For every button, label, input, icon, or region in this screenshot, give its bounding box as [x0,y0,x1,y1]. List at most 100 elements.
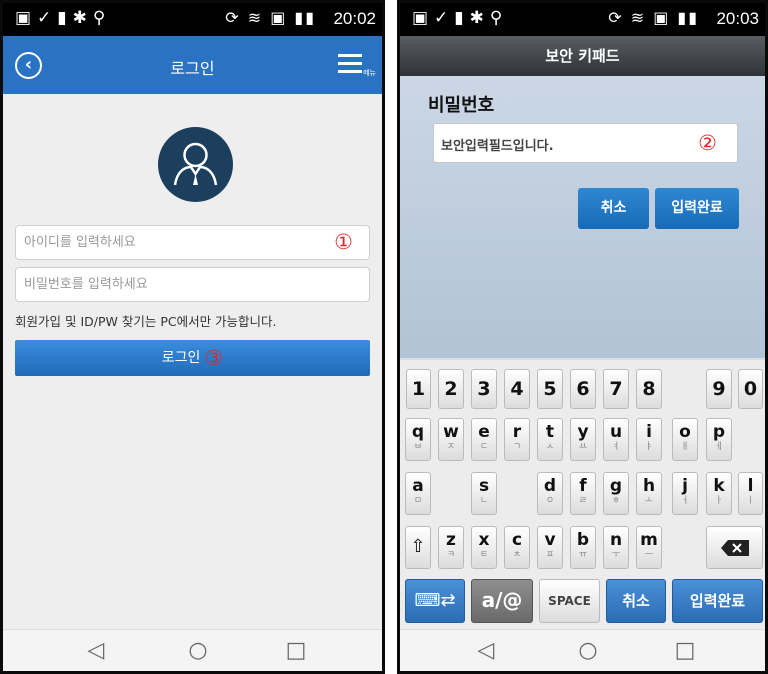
key-s-hangul: ㄴ [479,496,489,506]
key-e-hangul: ㄷ [479,442,489,452]
hamburger-icon-bar [338,70,362,73]
key-2[interactable]: 2 [438,369,464,409]
key-i[interactable]: iㅑ [636,418,662,461]
backspace-key[interactable] [706,526,763,569]
menu-button[interactable]: 메뉴 [336,52,376,78]
key-v[interactable]: vㅍ [537,526,563,569]
recents-square-icon[interactable]: □ [283,638,309,664]
key-q[interactable]: qㅂ [405,418,431,461]
key-z-label: z [446,530,456,550]
done-button[interactable]: 입력완료 [655,188,739,229]
key-b[interactable]: bㅠ [570,526,596,569]
key-c-hangul: ㅊ [512,550,522,560]
key-u-label: u [609,422,623,442]
id-input[interactable] [16,226,369,259]
key-o[interactable]: oㅐ [672,418,698,461]
notification-icons: ▣✓▮✱⚲ [412,8,509,28]
app-header: ‹ 로그인 메뉴 [3,36,382,94]
key-t[interactable]: tㅅ [537,418,563,461]
key-m[interactable]: mㅡ [636,526,662,569]
recents-square-icon[interactable]: □ [672,638,698,664]
key-1[interactable]: 1 [406,369,431,409]
key-e[interactable]: eㄷ [471,418,497,461]
key-g[interactable]: gㅎ [603,472,629,515]
key-s[interactable]: sㄴ [471,472,497,515]
system-nav-bar: ◁ ○ □ [400,629,765,671]
key-t-label: t [545,422,555,442]
login-form: ① 회원가입 및 ID/PW 찾기는 PC에서만 가능합니다. 로그인③ [3,94,382,629]
clock: 20:02 [333,9,376,28]
key-m-label: m [640,530,658,550]
key-r-label: r [512,422,522,442]
key-9[interactable]: 9 [706,369,732,409]
key-u[interactable]: uㅕ [603,418,629,461]
status-icons: ⟳ ≋ ▣ ▮▮ [225,8,316,27]
backspace-icon [720,539,749,556]
key-z[interactable]: zㅋ [438,526,464,569]
key-n[interactable]: nㅜ [603,526,629,569]
login-button[interactable]: 로그인 ③ [15,340,370,376]
home-circle-icon[interactable]: ○ [575,638,601,664]
space-key[interactable]: SPACE [539,579,600,623]
key-k-hangul: ㅏ [714,496,724,506]
keyboard-done-button[interactable]: 입력완료 [672,579,763,623]
key-f-hangul: ㄹ [578,496,588,506]
key-6[interactable]: 6 [570,369,596,409]
key-t-hangul: ㅅ [545,442,555,452]
secure-input-field[interactable]: 보안입력필드입니다. ② [433,123,738,163]
key-l-hangul: ㅣ [746,496,755,506]
key-5[interactable]: 5 [537,369,563,409]
key-i-hangul: ㅑ [644,442,654,452]
status-icons: ⟳ ≋ ▣ ▮▮ [608,8,699,27]
back-triangle-icon[interactable]: ◁ [473,638,499,664]
login-button-label: 로그인 [161,350,201,366]
cancel-button[interactable]: 취소 [578,188,649,229]
back-triangle-icon[interactable]: ◁ [83,638,109,664]
keyboard-cancel-button[interactable]: 취소 [606,579,666,623]
key-8[interactable]: 8 [636,369,662,409]
key-b-label: b [576,530,590,550]
secure-keypad-screen: ▣✓▮✱⚲ ⟳ ≋ ▣ ▮▮ 20:03 보안 키패드 비밀번호 보안입력필드입… [397,0,768,674]
key-4[interactable]: 4 [504,369,530,409]
password-field[interactable] [15,267,370,302]
key-w-label: w [443,422,459,442]
page-title: 로그인 [170,59,215,78]
key-h-label: h [642,476,656,496]
key-y-label: y [577,422,589,442]
key-c[interactable]: cㅊ [504,526,530,569]
key-0[interactable]: 0 [738,369,763,409]
shift-key[interactable]: ⇧ [405,526,431,569]
key-l[interactable]: lㅣ [738,472,763,515]
home-circle-icon[interactable]: ○ [185,638,211,664]
key-p-label: p [712,422,726,442]
key-f[interactable]: fㄹ [570,472,596,515]
status-bar: ▣✓▮✱⚲ ⟳ ≋ ▣ ▮▮ 20:02 [3,3,382,36]
key-y-hangul: ㅛ [578,442,588,452]
key-a[interactable]: aㅁ [405,472,431,515]
key-j[interactable]: jㅓ [672,472,698,515]
key-k[interactable]: kㅏ [706,472,732,515]
key-c-label: c [511,530,523,550]
key-j-hangul: ㅓ [680,496,690,506]
key-3[interactable]: 3 [471,369,497,409]
key-x[interactable]: xㅌ [471,526,497,569]
key-p[interactable]: pㅔ [706,418,732,461]
secure-keyboard: 1 2 3 4 5 6 7 8 9 0 qㅂ wㅈ eㄷ rㄱ tㅅ yㅛ uㅕ… [400,358,765,635]
key-v-label: v [544,530,556,550]
id-field[interactable]: ① [15,225,370,260]
step-marker-2: ② [698,131,717,155]
page-title: 보안 키패드 [400,36,765,76]
key-7[interactable]: 7 [603,369,629,409]
key-h[interactable]: hㅗ [636,472,662,515]
key-b-hangul: ㅠ [578,550,588,560]
language-toggle-key[interactable]: ⌨⇄ [405,579,465,623]
key-r[interactable]: rㄱ [504,418,530,461]
key-y[interactable]: yㅛ [570,418,596,461]
key-a-hangul: ㅁ [413,496,423,506]
password-input[interactable] [16,268,369,301]
key-x-hangul: ㅌ [479,550,489,560]
key-d[interactable]: dㅇ [537,472,563,515]
key-w[interactable]: wㅈ [438,418,464,461]
symbol-toggle-key[interactable]: a/@ [471,579,533,623]
key-s-label: s [478,476,490,496]
